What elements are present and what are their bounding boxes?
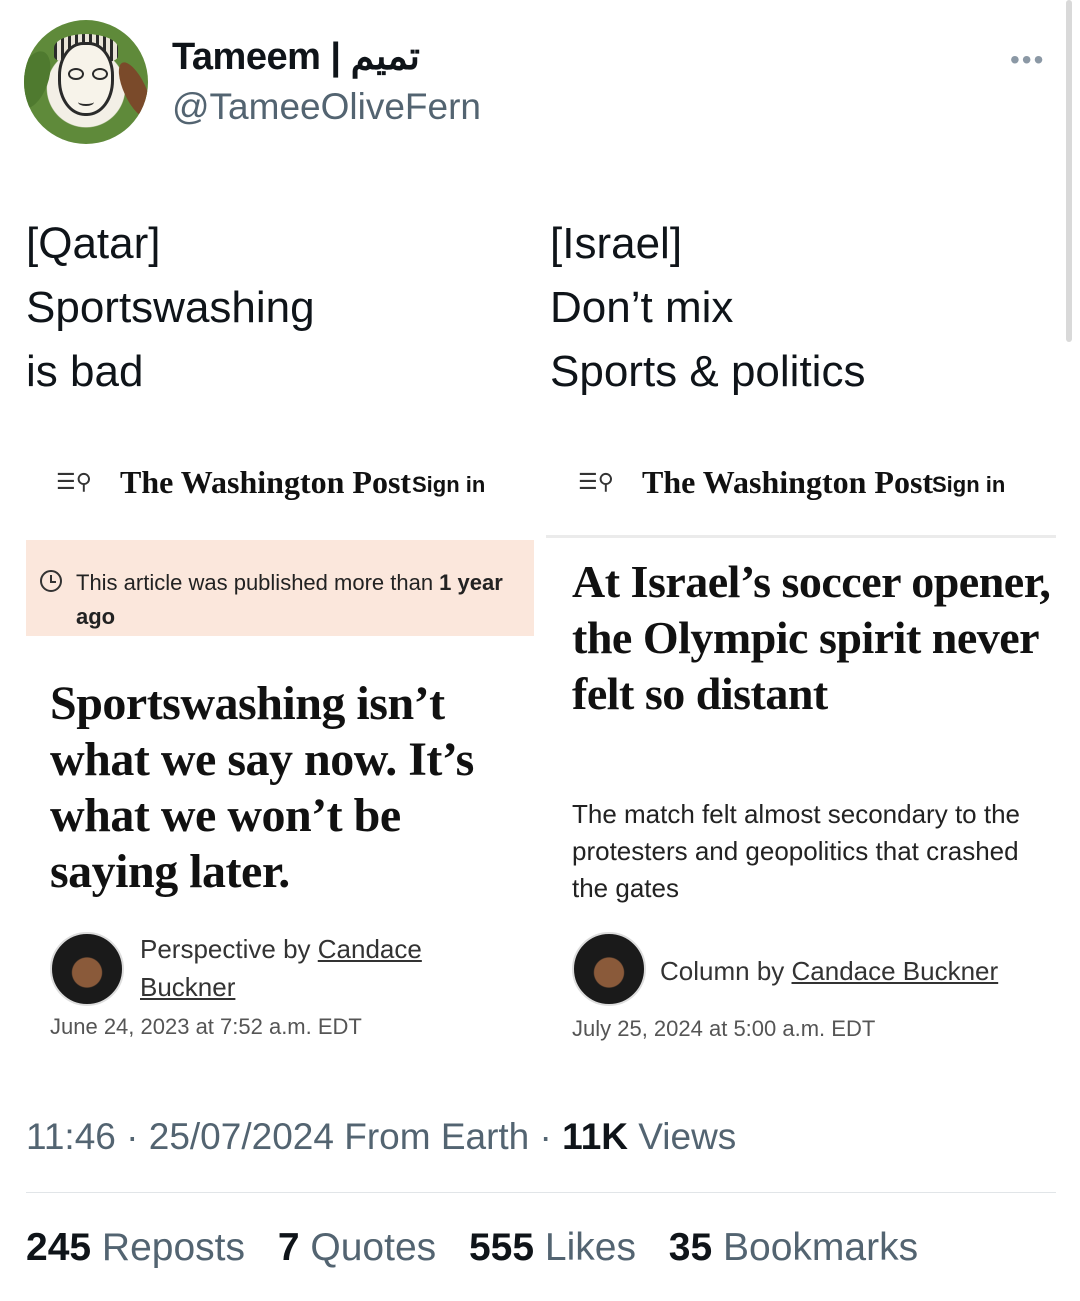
notice-text: This article was published more than 1 y… [76, 570, 503, 629]
divider [546, 535, 1056, 538]
bookmarks-stat[interactable]: 35 Bookmarks [669, 1226, 918, 1269]
tweet-line: Sports & politics [550, 347, 866, 396]
tweet-line: Sportswashing [26, 283, 315, 332]
author-link: Candace Buckner [791, 956, 999, 986]
avatar[interactable] [24, 20, 148, 144]
views-label: Views [638, 1116, 737, 1157]
left-headline: Sportswashing isn’t what we say now. It’… [50, 677, 474, 898]
tweet-text-right: [Israel] Don’t mix Sports & politics [550, 212, 865, 404]
tweet-line: [Qatar] [26, 219, 161, 268]
tweet-line: Don’t mix [550, 283, 734, 332]
quotes-stat[interactable]: 7 Quotes [278, 1226, 436, 1269]
display-name[interactable]: Tameem | تميم [172, 34, 420, 79]
author-avatar [50, 932, 124, 1006]
user-handle[interactable]: @TameeOliveFern [172, 86, 481, 128]
right-subheadline: The match felt almost secondary to the p… [572, 799, 1020, 903]
washington-post-logo: The Washington Post [642, 464, 934, 500]
tweet-date[interactable]: 25/07/2024 [149, 1116, 334, 1157]
sign-in-link: Sign in [932, 472, 1006, 497]
scrollbar[interactable] [1066, 0, 1072, 342]
tweet-text-left: [Qatar] Sportswashing is bad [26, 212, 315, 404]
left-article-date: June 24, 2023 at 7:52 a.m. EDT [50, 1014, 362, 1039]
engagement-stats: 245 Reposts 7 Quotes 555 Likes 35 Bookma… [26, 1226, 940, 1270]
likes-stat[interactable]: 555 Likes [469, 1226, 636, 1269]
tweet-time[interactable]: 11:46 [26, 1116, 116, 1157]
tweet-source: From Earth [344, 1116, 530, 1157]
sign-in-link: Sign in [412, 472, 486, 497]
left-byline: Perspective by Candace Buckner [140, 934, 422, 1002]
right-headline: At Israel’s soccer opener, the Olympic s… [572, 556, 1051, 719]
menu-search-icon: ☰⚲ [578, 471, 614, 496]
menu-search-icon: ☰⚲ [56, 471, 92, 496]
clock-icon [40, 570, 62, 592]
tweet-line: is bad [26, 347, 144, 396]
reposts-stat[interactable]: 245 Reposts [26, 1226, 245, 1269]
right-article-date: July 25, 2024 at 5:00 a.m. EDT [572, 1016, 876, 1041]
right-byline: Column by Candace Buckner [660, 956, 999, 986]
washington-post-logo: The Washington Post [120, 464, 412, 500]
author-avatar [572, 932, 646, 1006]
more-options-icon[interactable]: ••• [1010, 44, 1045, 76]
separator [26, 1192, 1056, 1193]
views-count: 11K [562, 1116, 628, 1157]
tweet-meta: 11:46 · 25/07/2024 From Earth · 11K View… [26, 1116, 737, 1157]
tweet-line: [Israel] [550, 219, 683, 268]
